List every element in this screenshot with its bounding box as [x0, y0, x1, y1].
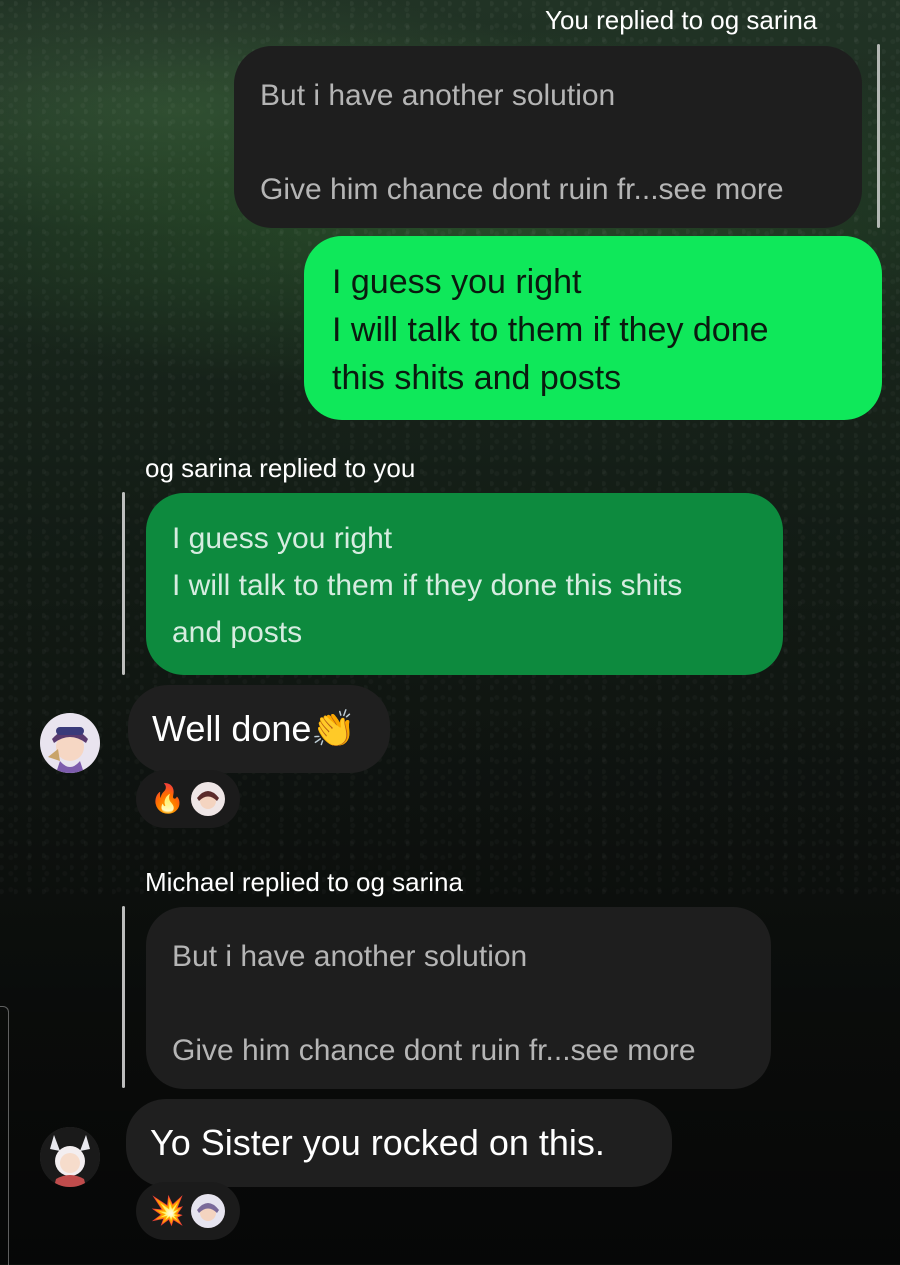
reply-context-label: og sarina replied to you [145, 453, 416, 483]
quoted-message-bubble[interactable]: But i have another solution Give him cha… [234, 46, 862, 228]
incoming-message-bubble[interactable]: Well done👏 [128, 685, 390, 773]
own-message-bubble[interactable]: I guess you right I will talk to them if… [304, 236, 882, 420]
incoming-message-bubble[interactable]: Yo Sister you rocked on this. [126, 1099, 672, 1187]
message-text: Well done👏 [152, 708, 357, 749]
message-line: this shits and posts [332, 359, 622, 397]
scroll-indicator [877, 44, 880, 228]
quoted-line: and posts [172, 616, 303, 649]
reply-quote-bar [122, 906, 125, 1088]
reply-context-label: You replied to og sarina [545, 5, 818, 35]
reactor-avatar [190, 1194, 225, 1228]
anime-girl-avatar[interactable] [40, 713, 100, 773]
quoted-line-see-more[interactable]: Give him chance dont ruin fr...see more [260, 166, 836, 213]
message-line: I will talk to them if they done [332, 311, 769, 349]
white-hair-anime-avatar[interactable] [40, 1127, 100, 1187]
quoted-line: I will talk to them if they done this sh… [172, 569, 683, 602]
reply-quote-bar [122, 492, 125, 675]
quoted-message-bubble[interactable]: But i have another solution Give him cha… [146, 907, 771, 1089]
anime-girl-avatar-icon [40, 713, 100, 773]
fire-reaction-icon: 🔥 [150, 783, 185, 814]
reaction-pill[interactable]: 💥 [136, 1182, 240, 1240]
reply-context-label: Michael replied to og sarina [145, 867, 463, 897]
collision-reaction-icon: 💥 [150, 1195, 185, 1226]
message-text: Yo Sister you rocked on this. [150, 1122, 605, 1163]
left-edge-divider [0, 1006, 9, 1265]
white-hair-anime-avatar-icon [40, 1127, 100, 1187]
reaction-pill[interactable]: 🔥 [136, 770, 240, 828]
reactor-avatar [190, 782, 225, 816]
quoted-line: But i have another solution [172, 940, 528, 973]
quoted-line-see-more[interactable]: Give him chance dont ruin fr...see more [172, 1027, 745, 1074]
quoted-line: But i have another solution [260, 79, 616, 112]
message-line: I guess you right [332, 263, 582, 301]
quoted-line: I guess you right [172, 522, 393, 555]
quoted-message-bubble[interactable]: I guess you right I will talk to them if… [146, 493, 783, 675]
